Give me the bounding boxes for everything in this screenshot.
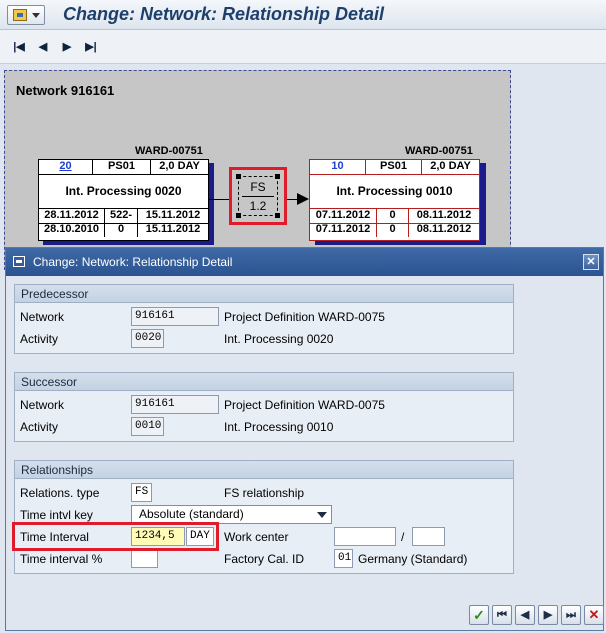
successor-activity-label: Activity — [20, 420, 59, 434]
first-page-icon[interactable]: |◀ — [10, 39, 28, 55]
predecessor-float: 522- — [105, 209, 138, 223]
predecessor-node-name: Int. Processing 0020 — [65, 184, 182, 198]
dialog-close-icon[interactable]: ✕ — [583, 254, 599, 270]
work-center-plant-field[interactable] — [412, 527, 445, 546]
relation-type-desc: FS relationship — [224, 486, 305, 500]
successor-network-field[interactable]: 916161 — [131, 395, 219, 414]
dialog-button-bar: ✓ ⏮ ◀ ▶ ⏭ ✕ — [466, 605, 604, 627]
relationship-value: 1.2 — [242, 196, 274, 213]
predecessor-node-number[interactable]: 20 — [39, 160, 93, 174]
successor-node-label: WARD-00751 — [405, 145, 473, 157]
previous-page-icon[interactable]: ◀ — [34, 39, 52, 55]
predecessor-node-work-center: PS01 — [93, 160, 151, 174]
chevron-down-icon[interactable] — [317, 512, 327, 518]
last-record-button[interactable]: ⏭ — [561, 605, 581, 625]
successor-float: 0 — [377, 209, 409, 223]
predecessor-node-label: WARD-00751 — [135, 145, 203, 157]
successor-node-duration: 2,0 DAY — [430, 160, 471, 172]
system-menu-icon[interactable] — [7, 5, 45, 25]
time-interval-percent-field[interactable] — [131, 549, 158, 568]
successor-node-name: Int. Processing 0010 — [336, 184, 453, 198]
confirm-button[interactable]: ✓ — [469, 605, 489, 625]
navigation-toolbar: |◀ ◀ ▶ ▶| — [0, 30, 606, 64]
time-interval-highlight — [12, 522, 219, 551]
predecessor-late-finish: 15.11.2012 — [145, 223, 201, 235]
predecessor-late-start: 28.10.2010 — [39, 223, 105, 237]
work-center-field[interactable] — [334, 527, 396, 546]
relationship-arrow-icon — [297, 193, 309, 205]
network-title: Network 916161 — [16, 83, 115, 98]
predecessor-network-desc: Project Definition WARD-0075 — [224, 310, 385, 324]
predecessor-activity-field[interactable]: 0020 — [131, 329, 164, 348]
first-record-button[interactable]: ⏮ — [492, 605, 512, 625]
factory-calendar-label: Factory Cal. ID — [224, 552, 305, 566]
network-graphic-canvas[interactable]: Network 916161 WARD-00751 20 PS01 2,0 DA… — [4, 70, 511, 270]
predecessor-network-label: Network — [20, 310, 65, 324]
predecessor-early-start: 28.11.2012 — [39, 209, 105, 223]
relation-type-label: Relations. type — [20, 486, 100, 500]
work-center-separator: / — [401, 530, 405, 544]
window-title: Change: Network: Relationship Detail — [63, 4, 385, 24]
successor-late-finish: 08.11.2012 — [416, 223, 472, 235]
time-interval-percent-label: Time interval % — [20, 552, 103, 566]
successor-network-label: Network — [20, 398, 65, 412]
predecessor-node-duration: 2,0 DAY — [159, 160, 200, 172]
successor-activity-field[interactable]: 0010 — [131, 417, 164, 436]
cancel-button[interactable]: ✕ — [584, 605, 604, 625]
successor-activity-desc: Int. Processing 0010 — [224, 420, 334, 434]
predecessor-activity-desc: Int. Processing 0020 — [224, 332, 334, 346]
successor-node-number[interactable]: 10 — [310, 160, 366, 174]
work-center-label: Work center — [224, 530, 289, 544]
next-page-icon[interactable]: ▶ — [58, 39, 76, 55]
predecessor-network-field[interactable]: 916161 — [131, 307, 219, 326]
relationships-group: Relationships Relations. type FS FS rela… — [12, 460, 514, 574]
relationship-highlight[interactable]: FS 1.2 — [229, 167, 287, 225]
relationship-symbol[interactable]: FS 1.2 — [238, 176, 278, 216]
title-bar: Change: Network: Relationship Detail — [0, 0, 606, 30]
last-page-icon[interactable]: ▶| — [82, 39, 100, 55]
successor-late-start: 07.11.2012 — [310, 223, 377, 237]
successor-early-start: 07.11.2012 — [310, 209, 377, 223]
predecessor-early-finish: 15.11.2012 — [145, 209, 201, 221]
predecessor-free-float: 0 — [105, 223, 138, 237]
dialog-window-icon — [13, 256, 25, 267]
successor-activity-node[interactable]: 10 PS01 2,0 DAY Int. Processing 0010 07.… — [309, 159, 480, 241]
successor-node-work-center: PS01 — [366, 160, 422, 174]
factory-calendar-field[interactable]: 01 — [334, 549, 353, 568]
time-interval-key-value: Absolute (standard) — [139, 507, 244, 521]
dialog-title: Change: Network: Relationship Detail — [33, 255, 233, 269]
predecessor-group: Predecessor Network 916161 Project Defin… — [14, 284, 514, 354]
successor-network-desc: Project Definition WARD-0075 — [224, 398, 385, 412]
successor-header: Successor — [15, 373, 513, 391]
relationship-type: FS — [250, 180, 266, 194]
predecessor-activity-node[interactable]: 20 PS01 2,0 DAY Int. Processing 0020 28.… — [38, 159, 209, 241]
predecessor-header: Predecessor — [15, 285, 513, 303]
predecessor-activity-label: Activity — [20, 332, 59, 346]
time-interval-key-label: Time intvl key — [20, 508, 93, 522]
successor-group: Successor Network 916161 Project Definit… — [14, 372, 514, 442]
dialog-title-bar[interactable]: Change: Network: Relationship Detail ✕ — [6, 248, 603, 276]
next-record-button[interactable]: ▶ — [538, 605, 558, 625]
previous-record-button[interactable]: ◀ — [515, 605, 535, 625]
factory-calendar-desc: Germany (Standard) — [358, 552, 468, 566]
relationship-detail-dialog: Change: Network: Relationship Detail ✕ P… — [5, 247, 604, 631]
successor-free-float: 0 — [377, 223, 409, 237]
relation-type-field[interactable]: FS — [131, 483, 152, 502]
successor-early-finish: 08.11.2012 — [416, 209, 472, 221]
relationships-header: Relationships — [15, 461, 513, 479]
